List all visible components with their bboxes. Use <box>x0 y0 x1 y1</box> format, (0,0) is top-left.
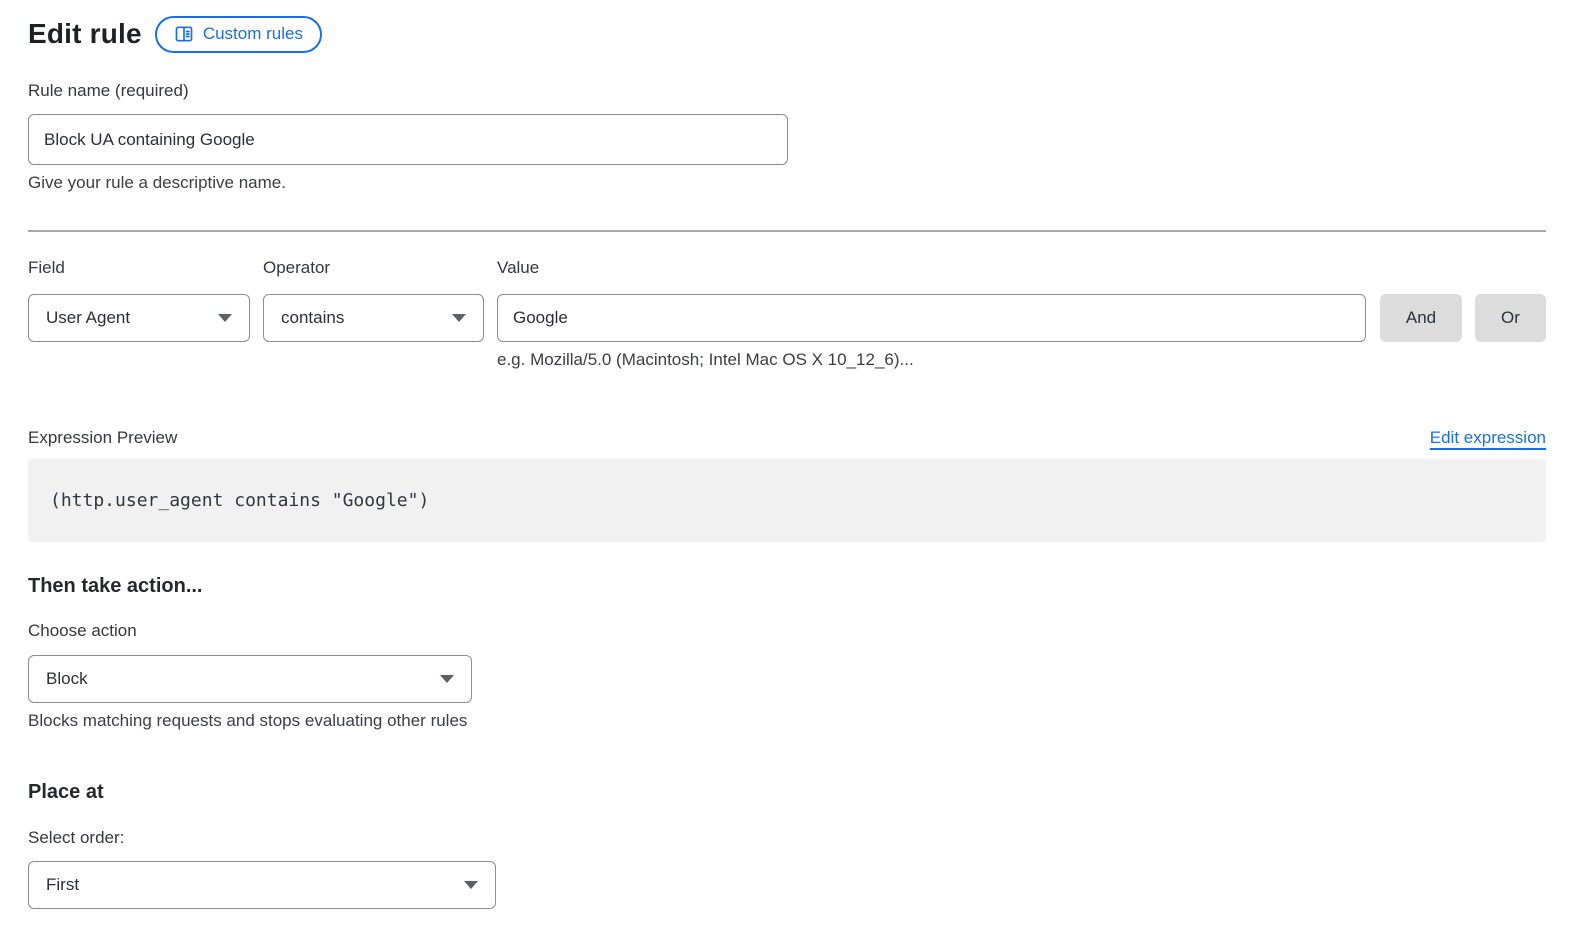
expression-preview-label: Expression Preview <box>28 428 177 448</box>
operator-select[interactable]: contains <box>263 294 484 342</box>
placement-heading: Place at <box>28 781 1546 804</box>
expression-text: (http.user_agent contains "Google") <box>50 490 429 511</box>
or-button[interactable]: Or <box>1475 294 1546 342</box>
section-divider <box>28 230 1546 232</box>
select-order-label: Select order: <box>28 828 1546 848</box>
operator-column: Operator contains <box>263 258 484 370</box>
value-column: Value e.g. Mozilla/5.0 (Macintosh; Intel… <box>497 258 1366 370</box>
choose-action-label: Choose action <box>28 621 1546 641</box>
action-select-value: Block <box>46 669 88 689</box>
chevron-down-icon <box>464 881 478 889</box>
value-label: Value <box>497 258 1366 278</box>
action-heading: Then take action... <box>28 575 1546 598</box>
custom-rules-badge[interactable]: Custom rules <box>155 16 322 53</box>
expression-preview-box: (http.user_agent contains "Google") <box>28 459 1546 542</box>
chevron-down-icon <box>218 314 232 322</box>
chevron-down-icon <box>440 675 454 683</box>
value-help: e.g. Mozilla/5.0 (Macintosh; Intel Mac O… <box>497 350 1366 370</box>
field-select-value: User Agent <box>46 308 130 328</box>
edit-rule-page: Edit rule Custom rules Rule name (requir… <box>0 0 1587 909</box>
field-select[interactable]: User Agent <box>28 294 250 342</box>
chevron-down-icon <box>452 314 466 322</box>
order-select-value: First <box>46 875 79 895</box>
field-label: Field <box>28 258 250 278</box>
and-button[interactable]: And <box>1380 294 1462 342</box>
conjunction-buttons: And Or <box>1366 258 1546 370</box>
rule-name-input[interactable] <box>28 114 788 165</box>
operator-label: Operator <box>263 258 484 278</box>
field-column: Field User Agent <box>28 258 250 370</box>
value-input[interactable] <box>497 294 1366 342</box>
page-header: Edit rule Custom rules <box>28 15 1546 53</box>
page-title: Edit rule <box>28 18 142 50</box>
rule-name-help: Give your rule a descriptive name. <box>28 173 1546 193</box>
rule-name-label: Rule name (required) <box>28 81 189 100</box>
action-select[interactable]: Block <box>28 655 472 703</box>
open-book-icon <box>174 24 194 44</box>
action-help: Blocks matching requests and stops evalu… <box>28 711 1546 731</box>
operator-select-value: contains <box>281 308 344 328</box>
edit-expression-link[interactable]: Edit expression <box>1430 428 1546 448</box>
order-select[interactable]: First <box>28 861 496 909</box>
custom-rules-badge-label: Custom rules <box>203 24 303 44</box>
expression-builder-row: Field User Agent Operator contains Value… <box>28 258 1546 370</box>
expression-preview-header: Expression Preview Edit expression <box>28 428 1546 448</box>
rule-name-section: Rule name (required) Give your rule a de… <box>28 81 1546 193</box>
